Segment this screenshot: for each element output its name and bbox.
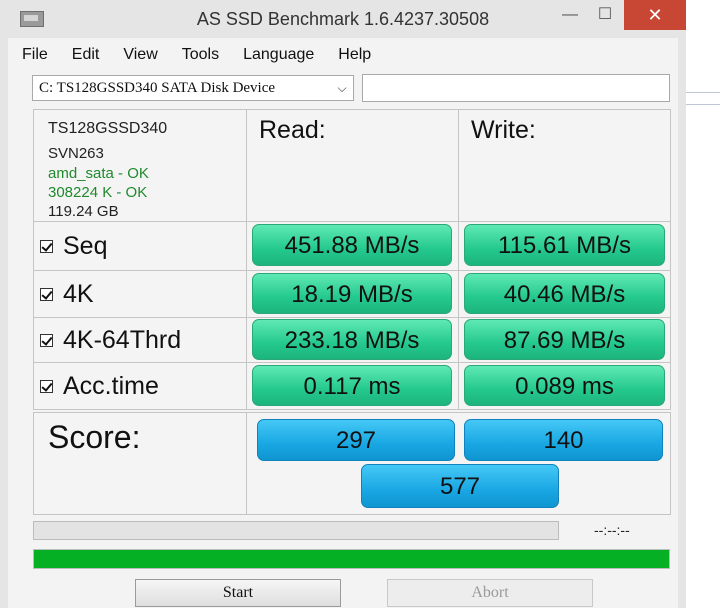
driver-status: amd_sata - OK: [48, 165, 149, 182]
abort-button[interactable]: Abort: [387, 579, 593, 607]
device-firmware: SVN263: [48, 145, 104, 162]
background-divider: [686, 104, 720, 105]
chevron-down-icon[interactable]: ⌵: [334, 77, 350, 99]
close-button[interactable]: ✕: [624, 0, 686, 30]
read-header-cell: Read:: [246, 109, 459, 222]
4k-write-value: 40.46 MB/s: [464, 273, 665, 314]
test-progress-bar: [33, 521, 559, 540]
test-row-4k: 4K: [33, 270, 247, 318]
info-text-field[interactable]: [362, 74, 670, 102]
4k64-write-value: 87.69 MB/s: [464, 319, 665, 360]
acctime-label-text: Acc.time: [63, 371, 159, 400]
total-progress-fill: [34, 550, 669, 568]
background-window-edge: [686, 0, 720, 608]
seq-write-value: 115.61 MB/s: [464, 224, 665, 266]
menu-language[interactable]: Language: [243, 42, 314, 68]
acctime-write-value: 0.089 ms: [464, 365, 665, 406]
menu-file[interactable]: File: [22, 42, 48, 68]
4k64-read-value: 233.18 MB/s: [252, 319, 452, 360]
4k-test-label[interactable]: 4K: [40, 271, 94, 317]
menu-view[interactable]: View: [123, 42, 157, 68]
background-divider: [686, 92, 720, 93]
minimize-button[interactable]: —: [553, 0, 587, 30]
score-label: Score:: [48, 419, 141, 455]
test-row-acctime: Acc.time: [33, 362, 247, 410]
menu-tools[interactable]: Tools: [182, 42, 219, 68]
seq-checkbox[interactable]: [40, 239, 53, 253]
title-bar[interactable]: AS SSD Benchmark 1.6.4237.30508 — ☐ ✕: [0, 0, 686, 38]
maximize-button[interactable]: ☐: [588, 0, 622, 30]
total-progress-bar: [33, 549, 670, 569]
test-row-4k64: 4K-64Thrd: [33, 317, 247, 363]
4k64-test-label[interactable]: 4K-64Thrd: [40, 318, 181, 362]
app-window: AS SSD Benchmark 1.6.4237.30508 — ☐ ✕ Fi…: [0, 0, 686, 608]
acctime-checkbox[interactable]: [40, 379, 53, 393]
acctime-test-label[interactable]: Acc.time: [40, 363, 159, 409]
results-grid: TS128GSSD340 SVN263 amd_sata - OK 308224…: [33, 109, 671, 515]
start-button[interactable]: Start: [135, 579, 341, 607]
score-read-value: 297: [257, 419, 455, 461]
read-header: Read:: [259, 116, 326, 144]
menu-edit[interactable]: Edit: [72, 42, 100, 68]
acctime-read-value: 0.117 ms: [252, 365, 452, 406]
alignment-status: 308224 K - OK: [48, 184, 148, 201]
test-row-seq: Seq: [33, 221, 247, 271]
score-label-cell: Score:: [33, 412, 247, 515]
write-header: Write:: [471, 116, 536, 144]
4k64-checkbox[interactable]: [40, 333, 53, 347]
device-capacity: 119.24 GB: [48, 203, 119, 220]
seq-label-text: Seq: [63, 231, 108, 260]
seq-read-value: 451.88 MB/s: [252, 224, 452, 266]
write-header-cell: Write:: [458, 109, 671, 222]
score-write-value: 140: [464, 419, 663, 461]
4k-label-text: 4K: [63, 279, 94, 308]
drive-select-value: C: TS128GSSD340 SATA Disk Device: [39, 80, 276, 96]
device-model: TS128GSSD340: [48, 120, 168, 137]
drive-select[interactable]: C: TS128GSSD340 SATA Disk Device ⌵: [32, 75, 354, 101]
4k-read-value: 18.19 MB/s: [252, 273, 452, 314]
device-info-panel: TS128GSSD340 SVN263 amd_sata - OK 308224…: [33, 109, 247, 222]
4k64-label-text: 4K-64Thrd: [63, 325, 182, 354]
4k-checkbox[interactable]: [40, 287, 53, 301]
elapsed-time: --:--:--: [594, 522, 630, 538]
score-total-value: 577: [361, 464, 559, 508]
seq-test-label[interactable]: Seq: [40, 222, 107, 270]
menu-help[interactable]: Help: [338, 42, 371, 68]
menu-bar: File Edit View Tools Language Help: [0, 42, 375, 68]
